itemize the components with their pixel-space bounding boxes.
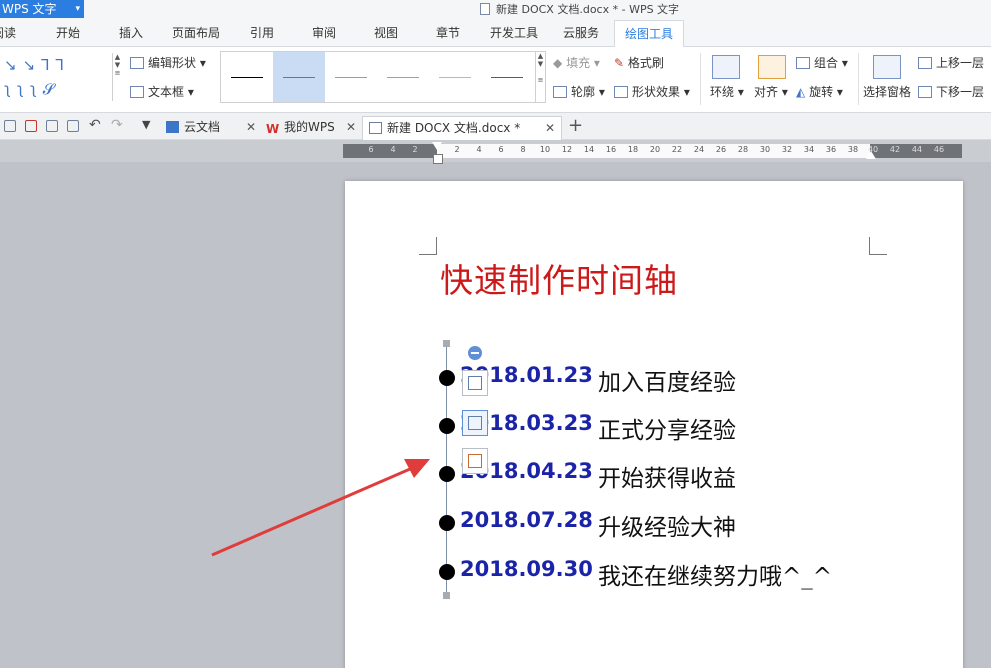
annotation-arrow <box>211 459 430 557</box>
